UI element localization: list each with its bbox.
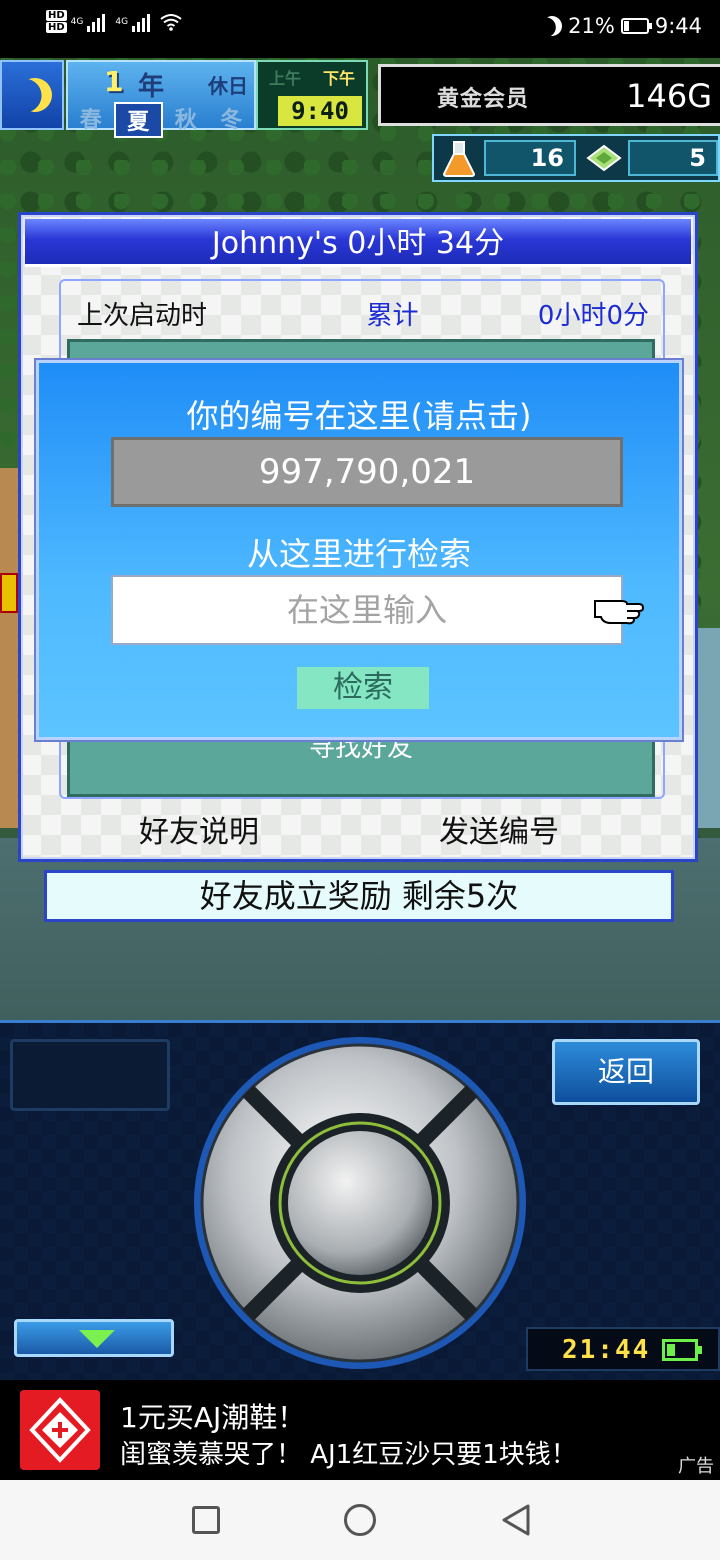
battery-icon — [662, 1339, 702, 1361]
year-label: 年 — [138, 72, 165, 102]
signal-icon — [132, 12, 151, 32]
status-bar: HD HD 4G 4G 21% 9:44 — [0, 0, 720, 58]
gold-amount: 146G — [626, 77, 712, 115]
hd-badge: HD — [46, 10, 67, 21]
am-label: 上午 — [268, 69, 301, 88]
top-hud: 1 年 休日 春 夏 秋 冬 上午 下午 9:40 黄金会员 146G 16 5 — [0, 58, 720, 182]
app-logo-icon — [20, 1390, 100, 1470]
ad-title[interactable]: 1元买AJ潮鞋！ — [120, 1396, 305, 1436]
am-pm-row: 上午 下午 — [258, 65, 366, 89]
money-panel: 黄金会员 146G — [378, 64, 720, 126]
nav-bar — [0, 1480, 720, 1560]
ticket-icon — [586, 144, 622, 172]
hd-badges: HD HD — [46, 10, 67, 34]
game-clock: 9:40 — [278, 96, 362, 126]
day-type: 休日 — [208, 74, 248, 98]
blank-button[interactable] — [10, 1039, 170, 1111]
down-arrow-icon — [79, 1330, 115, 1348]
friend-window-title: Johnny's 0小时 34分 — [25, 219, 691, 267]
wifi-icon — [160, 14, 182, 31]
crescent-moon-icon — [13, 73, 57, 117]
resource-panel: 16 5 — [432, 134, 720, 182]
season-winter: 冬 — [220, 108, 243, 133]
ad-banner[interactable]: 1元买AJ潮鞋！ 闺蜜羡慕哭了！ AJ1红豆沙只要1块钱！ 广告 — [0, 1380, 720, 1480]
my-id-field[interactable]: 997,790,021 — [111, 437, 623, 507]
launch-stats-row: 上次启动时 累计 0小时0分 — [39, 295, 649, 332]
flask-icon — [442, 141, 476, 177]
ad-description[interactable]: 闺蜜羡慕哭了！ AJ1红豆沙只要1块钱！ — [120, 1434, 577, 1471]
friend-info-button[interactable]: 好友说明 — [139, 807, 259, 851]
season-row: 春 夏 秋 冬 — [68, 102, 254, 138]
ground — [0, 838, 720, 1020]
status-time: 9:44 — [654, 14, 702, 38]
season-summer: 夏 — [113, 102, 163, 138]
status-right: 21% 9:44 — [542, 14, 702, 38]
last-launch-label: 上次启动时 — [77, 301, 208, 331]
id-dialog-title: 你的编号在这里(请点击) — [186, 397, 532, 435]
device-time: 21:44 — [562, 1335, 651, 1365]
send-id-button[interactable]: 发送编号 — [439, 807, 559, 851]
battery-icon — [620, 18, 652, 34]
search-label: 从这里进行检索 — [246, 535, 471, 573]
battery-percent: 21% — [568, 14, 615, 38]
total-value: 0小时0分 — [537, 301, 649, 331]
id-dialog: 你的编号在这里(请点击) 997,790,021 从这里进行检索 在这里输入 检… — [36, 360, 682, 740]
season-spring: 春 — [79, 108, 102, 133]
signal-icon — [87, 12, 106, 32]
back-nav-button[interactable] — [498, 1502, 532, 1538]
game-scene: 1 年 休日 春 夏 秋 冬 上午 下午 9:40 黄金会员 146G 16 5… — [0, 58, 720, 1020]
ticket-count: 5 — [628, 140, 718, 176]
status-left: HD HD 4G 4G — [46, 10, 182, 34]
hd-badge: HD — [46, 22, 67, 33]
scroll-down-button[interactable] — [14, 1319, 174, 1357]
net-type: 4G — [70, 17, 84, 27]
reward-banner: 好友成立奖励 剩余5次 — [44, 870, 674, 922]
net-type: 4G — [115, 17, 129, 27]
shop-sign — [0, 573, 18, 613]
night-indicator — [0, 60, 64, 130]
pm-label: 下午 — [322, 69, 355, 88]
back-button[interactable]: 返回 — [552, 1039, 700, 1105]
season-autumn: 秋 — [174, 108, 197, 133]
pointing-hand-icon — [594, 600, 645, 625]
total-label: 累计 — [366, 301, 419, 331]
search-input[interactable]: 在这里输入 — [111, 575, 623, 645]
calendar-panel: 1 年 休日 春 夏 秋 冬 — [66, 60, 256, 138]
year-number: 1 — [104, 65, 124, 98]
game-clock-panel: 上午 下午 9:40 — [256, 60, 368, 130]
recent-apps-button[interactable] — [192, 1506, 220, 1534]
control-panel: 返回 21:44 — [0, 1020, 720, 1380]
ad-mark: 广告 — [678, 1456, 714, 1477]
research-points: 16 — [484, 140, 576, 176]
member-rank: 黄金会员 — [437, 87, 530, 112]
device-time-panel: 21:44 — [526, 1327, 720, 1371]
moon-icon — [538, 12, 565, 39]
search-button[interactable]: 检索 — [297, 667, 429, 709]
home-button[interactable] — [344, 1504, 376, 1536]
dpad-control[interactable] — [192, 1035, 528, 1371]
